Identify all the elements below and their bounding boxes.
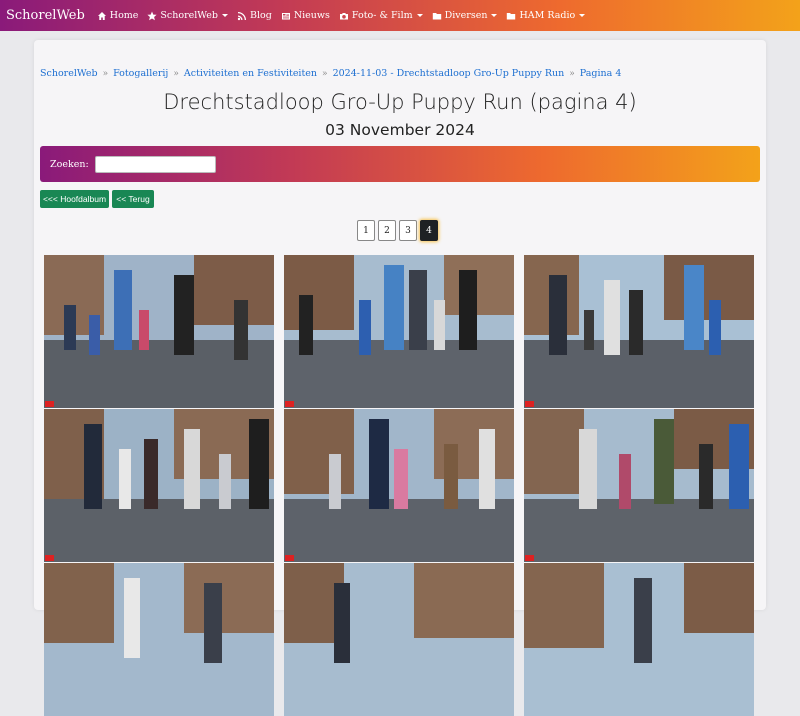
star-icon (147, 11, 158, 20)
page-title: Drechtstadloop Gro-Up Puppy Run (pagina … (163, 90, 637, 114)
search-input[interactable] (94, 155, 216, 173)
photo-thumbnail[interactable] (44, 409, 274, 562)
nav-item-ham-radio[interactable]: HAM Radio (506, 10, 586, 21)
main-container: SchorelWeb » Fotogallerij » Activiteiten… (34, 40, 766, 716)
pagination: 1 2 3 4 (357, 220, 438, 241)
nav-item-label: Foto- & Film (351, 10, 413, 21)
search-label: Zoeken: (50, 158, 89, 170)
back-button[interactable]: << Terug (112, 190, 154, 208)
folder-icon (432, 12, 441, 19)
search-bar: Zoeken: (40, 146, 760, 182)
camera-icon (339, 12, 348, 19)
rss-icon (237, 11, 246, 20)
breadcrumb-item-page[interactable]: Pagina 4 (580, 68, 622, 79)
folder-icon (507, 12, 516, 19)
photo-image (44, 255, 274, 408)
photo-image (44, 409, 274, 562)
media-badge (45, 555, 54, 561)
newspaper-icon (281, 12, 290, 19)
photo-thumbnail[interactable] (44, 255, 274, 408)
media-badge (285, 401, 294, 407)
breadcrumb-separator: » (569, 68, 575, 79)
photo-image (284, 563, 514, 716)
page-link-3[interactable]: 3 (399, 220, 417, 241)
photo-thumbnail[interactable] (524, 409, 754, 562)
nav-item-label: Home (109, 10, 139, 21)
nav-item-home[interactable]: Home (97, 10, 139, 21)
breadcrumb: SchorelWeb » Fotogallerij » Activiteiten… (40, 68, 621, 79)
photo-thumbnail[interactable] (44, 563, 274, 716)
photo-thumbnail[interactable] (524, 563, 754, 716)
breadcrumb-separator: » (102, 68, 109, 79)
photo-image (284, 255, 514, 408)
top-navbar: SchorelWeb Home SchorelWeb Blog Nieuws F… (0, 0, 800, 31)
nav-item-label: Nieuws (293, 10, 330, 21)
caret-down-icon (416, 14, 423, 17)
main-album-button[interactable]: <<< Hoofdalbum (40, 190, 109, 208)
breadcrumb-separator: » (322, 68, 328, 79)
brand-link[interactable]: SchorelWeb (6, 8, 85, 23)
nav-item-label: Blog (249, 10, 272, 21)
breadcrumb-item-album[interactable]: 2024-11-03 - Drechtstadloop Gro-Up Puppy… (333, 68, 565, 79)
nav-item-foto-film[interactable]: Foto- & Film (339, 10, 423, 21)
nav-item-schorelweb[interactable]: SchorelWeb (147, 10, 228, 21)
page-link-4-active[interactable]: 4 (420, 220, 438, 241)
nav-item-blog[interactable]: Blog (237, 10, 272, 21)
media-badge (45, 401, 54, 407)
caret-down-icon (221, 14, 228, 17)
breadcrumb-item-fotogallerij[interactable]: Fotogallerij (113, 68, 168, 79)
photo-image (524, 563, 754, 716)
breadcrumb-separator: » (173, 68, 179, 79)
photo-image (44, 563, 274, 716)
photo-thumbnail[interactable] (284, 563, 514, 716)
photo-image (524, 409, 754, 562)
photo-thumbnail[interactable] (284, 409, 514, 562)
caret-down-icon (491, 14, 498, 17)
page-link-2[interactable]: 2 (378, 220, 396, 241)
breadcrumb-item-home[interactable]: SchorelWeb (40, 68, 98, 79)
nav-item-label: Diversen (444, 10, 488, 21)
media-badge (285, 555, 294, 561)
nav-item-label: SchorelWeb (160, 10, 218, 21)
photo-thumbnail[interactable] (524, 255, 754, 408)
page-link-1[interactable]: 1 (357, 220, 375, 241)
home-icon (97, 11, 106, 20)
photo-thumbnail[interactable] (284, 255, 514, 408)
nav-item-diversen[interactable]: Diversen (432, 10, 498, 21)
photo-image (284, 409, 514, 562)
nav-item-nieuws[interactable]: Nieuws (281, 10, 330, 21)
nav-item-label: HAM Radio (519, 10, 576, 21)
media-badge (525, 555, 534, 561)
media-badge (525, 401, 534, 407)
photo-image (524, 255, 754, 408)
page-date: 03 November 2024 (325, 121, 475, 139)
caret-down-icon (579, 14, 586, 17)
breadcrumb-item-activiteiten[interactable]: Activiteiten en Festiviteiten (184, 68, 317, 79)
